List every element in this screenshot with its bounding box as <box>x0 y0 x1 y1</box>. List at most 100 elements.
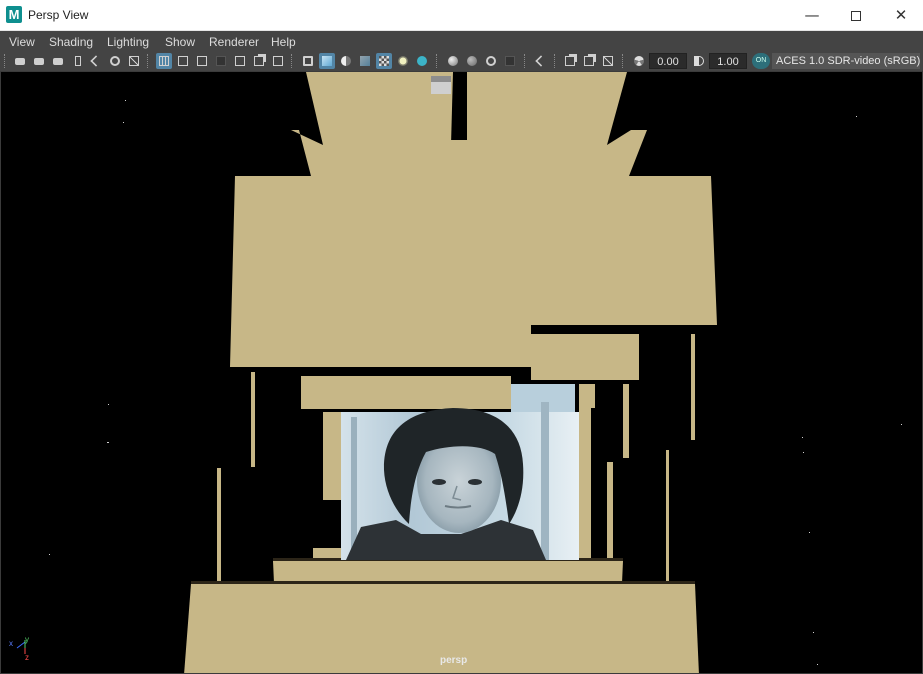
camera-lock-icon <box>34 58 44 65</box>
color-management-toggle[interactable]: ON <box>752 53 770 69</box>
speck <box>809 532 810 533</box>
gamma-field[interactable]: 1.00 <box>709 53 747 69</box>
toolbar-separator <box>554 54 556 68</box>
use-all-lights-button[interactable] <box>395 53 411 69</box>
safe-action-icon <box>254 56 264 66</box>
xray-button[interactable] <box>562 53 578 69</box>
light-bulb-icon <box>399 57 407 65</box>
grid-icon <box>159 56 169 66</box>
pan-zoom-icon <box>110 56 120 66</box>
menu-bar: View Shading Lighting Show Renderer Help <box>0 31 923 51</box>
grease-pencil-icon <box>129 56 139 66</box>
field-chart-icon <box>235 56 245 66</box>
menu-help[interactable]: Help <box>271 35 296 49</box>
menu-shading[interactable]: Shading <box>49 35 93 49</box>
axis-x-line <box>16 641 26 649</box>
textured-icon <box>379 56 389 66</box>
gamma-icon <box>694 56 704 66</box>
window-title: Persp View <box>28 8 89 22</box>
menu-lighting[interactable]: Lighting <box>107 35 149 49</box>
field-chart-button[interactable] <box>232 53 248 69</box>
view-transform-dropdown[interactable]: ACES 1.0 SDR-video (sRGB) <box>772 53 920 69</box>
wireframe-on-shaded-button[interactable] <box>357 53 373 69</box>
camera-lock-button[interactable] <box>31 53 47 69</box>
speck <box>802 437 803 438</box>
shadows-button[interactable] <box>414 53 430 69</box>
camera-attributes-button[interactable] <box>50 53 66 69</box>
far-right-post <box>691 334 695 440</box>
toolbar-separator <box>4 54 6 68</box>
speck <box>856 116 857 117</box>
toolbar-separator <box>436 54 438 68</box>
portrait-eye-right <box>468 479 482 485</box>
2d-pan-zoom-button[interactable] <box>107 53 123 69</box>
far-left-post <box>217 468 221 582</box>
axis-y-label: y <box>25 635 29 644</box>
exposure-toggle-button[interactable] <box>631 53 647 69</box>
speck <box>107 442 109 443</box>
shadows-icon <box>417 56 427 66</box>
depth-of-field-button[interactable] <box>502 53 518 69</box>
menu-view[interactable]: View <box>9 35 35 49</box>
left-post-thin <box>251 372 255 467</box>
film-gate-icon <box>178 56 188 66</box>
default-material-button[interactable] <box>338 53 354 69</box>
grid-toggle-button[interactable] <box>156 53 172 69</box>
grease-pencil-button[interactable] <box>126 53 142 69</box>
bookmark-icon <box>75 56 81 66</box>
smooth-shade-cube-icon <box>322 56 332 66</box>
panel-toolbar: 0.00 1.00 ON ACES 1.0 SDR-video (sRGB) <box>0 51 923 71</box>
axis-x-label: x <box>9 639 13 648</box>
screen-space-ao-button[interactable] <box>445 53 461 69</box>
view-axis-gizmo: y x z <box>9 635 29 662</box>
portrait-image-plane <box>341 384 579 560</box>
portrait-streak <box>351 417 357 557</box>
gamma-toggle-button[interactable] <box>691 53 707 69</box>
menu-show[interactable]: Show <box>165 35 195 49</box>
xray-joints-button[interactable] <box>600 53 616 69</box>
right-post-upper <box>623 384 629 458</box>
textured-button[interactable] <box>376 53 392 69</box>
viewport-canvas[interactable]: y x z <box>1 72 923 674</box>
menu-renderer[interactable]: Renderer <box>209 35 259 49</box>
title-bar: M Persp View — ✕ <box>0 0 923 31</box>
speck <box>49 554 50 555</box>
anti-aliasing-icon <box>486 56 496 66</box>
speck <box>123 122 124 123</box>
image-plane-icon <box>90 55 102 67</box>
maya-logo-icon: M <box>6 6 22 23</box>
grey-block <box>431 82 451 94</box>
resolution-gate-button[interactable] <box>194 53 210 69</box>
bookmarks-button[interactable] <box>70 53 86 69</box>
persp-viewport[interactable]: y x z <box>0 71 923 674</box>
film-gate-button[interactable] <box>175 53 191 69</box>
toolbar-separator <box>622 54 624 68</box>
close-button[interactable]: ✕ <box>878 0 923 30</box>
isolate-select-button[interactable] <box>533 53 549 69</box>
resolution-gate-icon <box>197 56 207 66</box>
gate-mask-button[interactable] <box>213 53 229 69</box>
safe-action-button[interactable] <box>251 53 267 69</box>
speck <box>813 632 814 633</box>
roof-panel-left <box>306 72 453 145</box>
xray-active-components-button[interactable] <box>581 53 597 69</box>
motion-blur-icon <box>467 56 477 66</box>
default-material-icon <box>341 56 351 66</box>
exposure-field[interactable]: 0.00 <box>649 53 687 69</box>
image-plane-button[interactable] <box>88 53 104 69</box>
main-box <box>230 176 717 367</box>
anti-aliasing-button[interactable] <box>483 53 499 69</box>
motion-blur-button[interactable] <box>464 53 480 69</box>
maximize-button[interactable] <box>833 0 879 30</box>
wireframe-button[interactable] <box>300 53 316 69</box>
base-platform-edge <box>191 581 695 584</box>
safe-title-button[interactable] <box>270 53 286 69</box>
smooth-shade-button[interactable] <box>319 53 335 69</box>
portrait-eye-left <box>432 479 446 485</box>
base-step <box>273 561 623 583</box>
select-camera-button[interactable] <box>12 53 28 69</box>
camera-attributes-icon <box>53 58 63 65</box>
speck <box>803 452 804 453</box>
speck <box>817 664 818 665</box>
minimize-button[interactable]: — <box>789 0 835 30</box>
